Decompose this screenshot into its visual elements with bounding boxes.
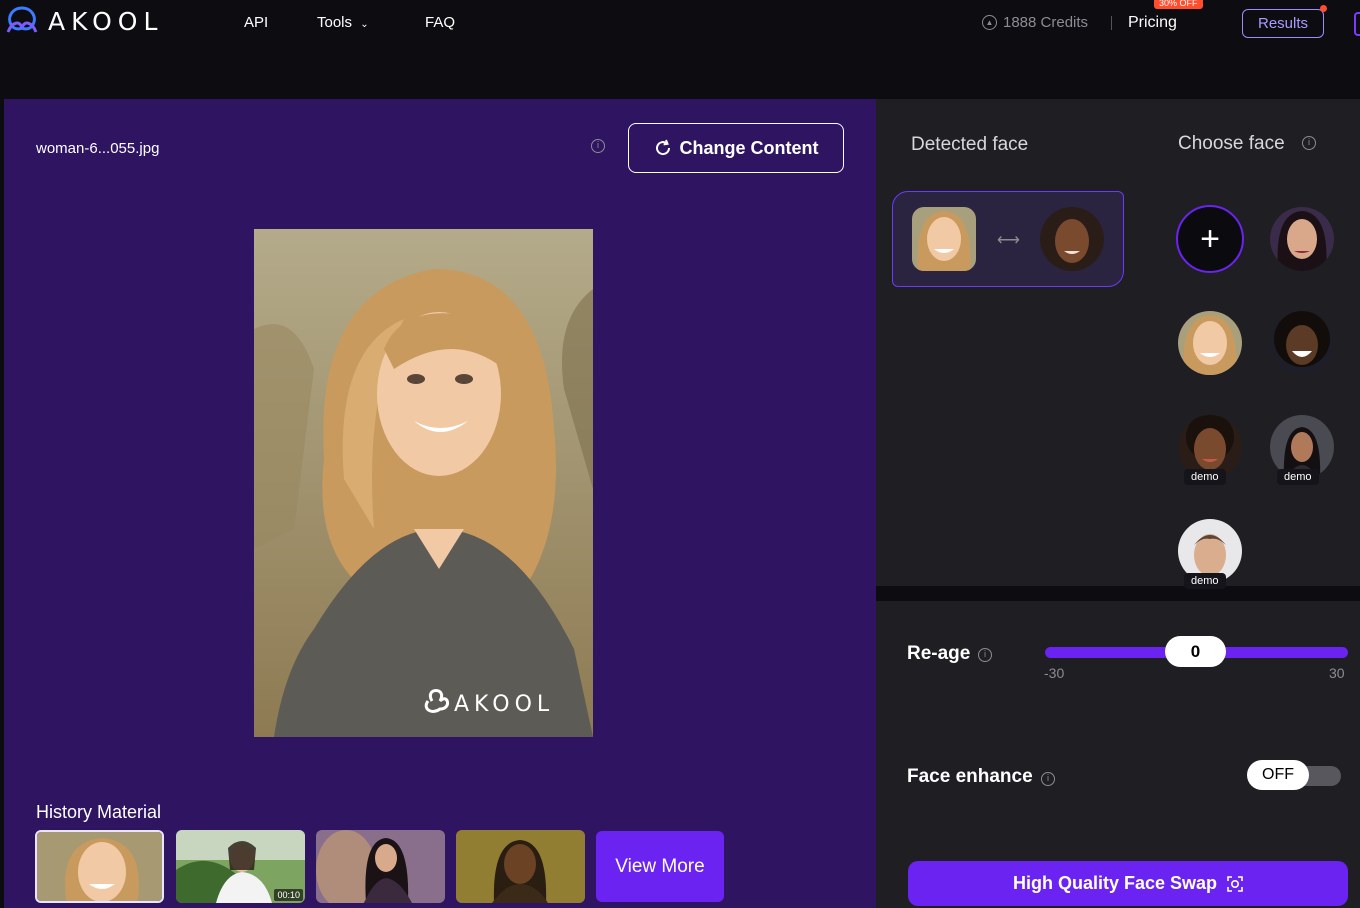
view-more-button[interactable]: View More bbox=[596, 831, 724, 902]
face-scan-icon bbox=[1227, 875, 1243, 892]
history-thumb[interactable]: 00:10 bbox=[176, 830, 305, 903]
reage-min-label: -30 bbox=[1044, 665, 1065, 681]
reage-slider-handle[interactable]: 0 bbox=[1165, 636, 1226, 667]
results-button[interactable]: Results bbox=[1242, 9, 1324, 38]
face-option[interactable] bbox=[1270, 311, 1334, 375]
nav-api-link[interactable]: API bbox=[244, 14, 268, 31]
history-thumb[interactable] bbox=[316, 830, 445, 903]
nav-tools-link[interactable]: Tools ⌄ bbox=[317, 14, 369, 31]
choose-face-title: Choose face bbox=[1178, 133, 1285, 154]
pricing-link[interactable]: Pricing bbox=[1128, 14, 1177, 32]
file-name: woman-6...055.jpg bbox=[36, 140, 160, 157]
akool-logo[interactable]: AKOOL bbox=[2, 4, 163, 38]
editor-panel: woman-6...055.jpg i Change Content AKOOL… bbox=[4, 99, 876, 908]
demo-tag: demo bbox=[1184, 573, 1226, 589]
nav-faq-link[interactable]: FAQ bbox=[425, 14, 455, 31]
source-image: AKOOL bbox=[254, 229, 593, 737]
plus-icon: + bbox=[1200, 219, 1220, 258]
chevron-down-icon: ⌄ bbox=[360, 19, 369, 30]
akool-logo-icon bbox=[6, 6, 38, 33]
demo-tag: demo bbox=[1277, 469, 1319, 485]
user-avatar-edge[interactable] bbox=[1354, 12, 1360, 36]
add-face-button[interactable]: + bbox=[1176, 205, 1244, 273]
high-quality-face-swap-button[interactable]: High Quality Face Swap bbox=[908, 861, 1348, 906]
detected-face-title: Detected face bbox=[911, 134, 1029, 155]
face-swap-pair[interactable]: ⟷ bbox=[892, 191, 1124, 287]
credits-label: 1888 Credits bbox=[1003, 14, 1089, 31]
history-thumb[interactable] bbox=[35, 830, 164, 903]
settings-panel: Re-age i 0 -30 30 Face enhance i OFF Hig… bbox=[876, 601, 1360, 908]
swap-arrow-icon: ⟷ bbox=[997, 232, 1020, 249]
toggle-knob: OFF bbox=[1247, 760, 1309, 790]
face-enhance-label: Face enhance bbox=[907, 766, 1033, 787]
face-panel: Detected face Choose face i ⟷ + demo dem… bbox=[876, 99, 1360, 589]
face-option[interactable] bbox=[1178, 311, 1242, 375]
history-title: History Material bbox=[36, 802, 162, 822]
change-content-label: Change Content bbox=[679, 137, 819, 158]
detected-face-thumb bbox=[912, 207, 976, 271]
nav-tools-label: Tools bbox=[317, 14, 353, 31]
refresh-icon bbox=[655, 139, 670, 156]
credits-icon: ▲ bbox=[982, 15, 997, 30]
brand-name: AKOOL bbox=[48, 6, 164, 36]
top-nav: AKOOL API Tools ⌄ FAQ ▲ 1888 Credits Pri… bbox=[0, 0, 1360, 50]
change-content-button[interactable]: Change Content bbox=[628, 123, 844, 173]
info-icon[interactable]: i bbox=[1302, 136, 1316, 150]
discount-badge: 30% OFF bbox=[1154, 0, 1203, 9]
history-thumb[interactable] bbox=[456, 830, 585, 903]
video-duration: 00:10 bbox=[274, 889, 303, 901]
info-icon[interactable]: i bbox=[591, 139, 605, 153]
face-option[interactable] bbox=[1270, 207, 1334, 271]
demo-tag: demo bbox=[1184, 469, 1226, 485]
notification-dot bbox=[1320, 5, 1327, 12]
credits-display: ▲ 1888 Credits bbox=[982, 14, 1088, 31]
target-face-thumb bbox=[1040, 207, 1104, 271]
info-icon[interactable]: i bbox=[1041, 772, 1055, 786]
reage-label: Re-age bbox=[907, 643, 971, 664]
face-enhance-toggle[interactable]: OFF bbox=[1247, 760, 1341, 790]
svg-text:AKOOL: AKOOL bbox=[454, 692, 554, 717]
reage-max-label: 30 bbox=[1329, 665, 1345, 681]
submit-label: High Quality Face Swap bbox=[1012, 873, 1218, 893]
nav-divider bbox=[1111, 16, 1112, 30]
info-icon[interactable]: i bbox=[978, 648, 992, 662]
